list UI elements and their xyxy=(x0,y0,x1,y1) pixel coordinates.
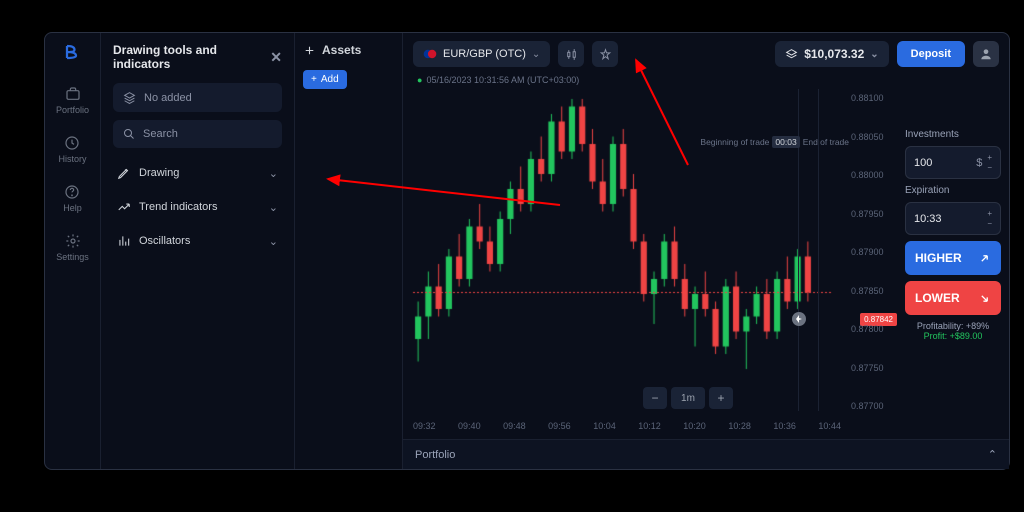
arrow-down-icon xyxy=(978,292,991,305)
inc-button[interactable]: + xyxy=(987,153,992,162)
chevron-down-icon: ⌄ xyxy=(532,49,540,60)
top-bar: EUR/GBP (OTC) ⌄ $10,073.32 ⌄ Deposit xyxy=(403,33,1009,75)
no-added-label: No added xyxy=(144,92,192,104)
nav-portfolio[interactable]: Portfolio xyxy=(56,86,89,115)
chevron-down-icon: ⌄ xyxy=(269,235,278,248)
nav-label: Help xyxy=(63,203,82,213)
chevron-down-icon: ⌄ xyxy=(269,201,278,214)
inv-label: Investments xyxy=(905,129,1001,140)
briefcase-icon xyxy=(65,86,81,102)
price-marker-icon xyxy=(791,311,807,327)
section-osc[interactable]: Oscillators ⌄ xyxy=(113,224,282,258)
chevron-down-icon: ⌄ xyxy=(870,49,878,60)
panel-title: Drawing tools and indicators xyxy=(113,43,270,71)
user-icon xyxy=(979,47,993,61)
inc-button[interactable]: + xyxy=(987,209,992,218)
chart-area[interactable]: Beginning of trade00:03End of trade 0.87… xyxy=(403,89,1009,469)
dec-button[interactable]: − xyxy=(987,219,992,228)
lower-button[interactable]: LOWER xyxy=(905,281,1001,315)
investment-input[interactable]: 100 $+− xyxy=(905,146,1001,179)
gear-icon xyxy=(65,233,81,249)
dec-button[interactable]: − xyxy=(987,163,992,172)
zoom-out-button[interactable]: − xyxy=(643,387,667,409)
rail-nav: Portfolio History Help Settings xyxy=(45,33,101,469)
search-icon xyxy=(123,128,135,140)
portfolio-bar[interactable]: Portfolio ⌃ xyxy=(403,439,1009,469)
plus-move-icon xyxy=(303,44,316,57)
clock-icon xyxy=(64,135,80,151)
nav-help[interactable]: Help xyxy=(63,184,82,213)
section-label: Oscillators xyxy=(139,235,190,247)
close-icon[interactable]: ✕ xyxy=(270,49,282,66)
trade-timer: Beginning of trade00:03End of trade xyxy=(700,137,849,147)
nav-label: Settings xyxy=(56,252,89,262)
section-trend[interactable]: Trend indicators ⌄ xyxy=(113,190,282,224)
balance-selector[interactable]: $10,073.32 ⌄ xyxy=(775,41,888,67)
avatar[interactable] xyxy=(973,41,999,67)
chart-type-button[interactable] xyxy=(558,41,584,67)
tools-panel: Drawing tools and indicators ✕ No added … xyxy=(101,33,295,469)
indicator-icon xyxy=(599,48,612,61)
trade-side-panel: Investments 100 $+− Expiration 10:33 +− … xyxy=(905,129,1001,341)
arrow-up-icon xyxy=(978,252,991,265)
logo-icon[interactable] xyxy=(64,43,82,66)
trend-icon xyxy=(117,200,131,214)
no-added-box: No added xyxy=(113,83,282,112)
layers-icon xyxy=(123,91,136,104)
profitability-text: Profitability: +89% Profit: +$89.00 xyxy=(905,321,1001,341)
chevron-up-icon: ⌃ xyxy=(988,448,997,461)
x-axis: 09:3209:4009:4809:5610:0410:1210:2010:28… xyxy=(413,421,841,431)
assets-title: Assets xyxy=(303,43,394,57)
bars-icon xyxy=(117,234,131,248)
chart-block: EUR/GBP (OTC) ⌄ $10,073.32 ⌄ Deposit ●05… xyxy=(403,33,1009,469)
nav-label: History xyxy=(58,154,86,164)
stack-icon xyxy=(785,48,798,61)
deposit-button[interactable]: Deposit xyxy=(897,41,965,67)
exp-label: Expiration xyxy=(905,185,1001,196)
nav-history[interactable]: History xyxy=(58,135,86,164)
timeframe-control: − 1m + xyxy=(643,387,733,409)
zoom-in-button[interactable]: + xyxy=(709,387,733,409)
section-label: Trend indicators xyxy=(139,201,217,213)
search-placeholder: Search xyxy=(143,128,178,140)
section-drawing[interactable]: Drawing ⌄ xyxy=(113,156,282,190)
app-window: Portfolio History Help Settings Drawing … xyxy=(44,32,1010,470)
section-label: Drawing xyxy=(139,167,179,179)
pair-selector[interactable]: EUR/GBP (OTC) ⌄ xyxy=(413,41,550,67)
add-asset-button[interactable]: +Add xyxy=(303,70,347,89)
date-line: ●05/16/2023 10:31:56 AM (UTC+03:00) xyxy=(403,75,1009,89)
assets-panel: Assets +Add xyxy=(295,33,403,469)
higher-button[interactable]: HIGHER xyxy=(905,241,1001,275)
help-icon xyxy=(64,184,80,200)
timeframe-label[interactable]: 1m xyxy=(671,387,705,409)
expiration-input[interactable]: 10:33 +− xyxy=(905,202,1001,235)
y-axis: 0.881000.880500.880000.879500.879000.878… xyxy=(851,93,899,411)
indicators-button[interactable] xyxy=(592,41,618,67)
chevron-down-icon: ⌄ xyxy=(269,167,278,180)
nav-label: Portfolio xyxy=(56,105,89,115)
search-input[interactable]: Search xyxy=(113,120,282,148)
candles-icon xyxy=(565,48,578,61)
nav-settings[interactable]: Settings xyxy=(56,233,89,262)
flag-icon xyxy=(423,47,437,61)
pencil-icon xyxy=(117,166,131,180)
